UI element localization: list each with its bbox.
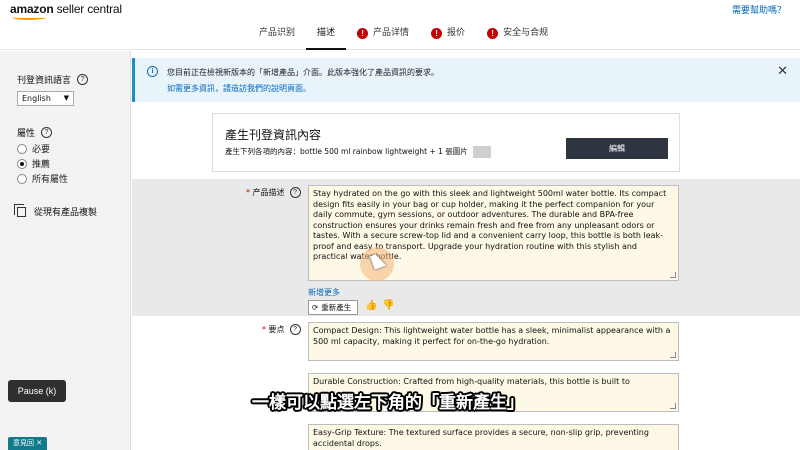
language-value: English (22, 94, 51, 103)
thumbs-up-icon[interactable]: 👍 (365, 300, 377, 311)
close-icon[interactable]: ✕ (36, 439, 42, 447)
tab-product-identity[interactable]: 产品识别 (248, 22, 306, 50)
tab-product-details[interactable]: ! 产品详情 (346, 22, 420, 50)
language-select[interactable]: English ▼ (17, 91, 74, 106)
amazon-seller-central-logo[interactable]: amazon seller central (10, 2, 122, 16)
logo-brand: amazon (10, 2, 54, 16)
description-section: * 产品描述 ? Stay hydrated on the go with th… (132, 179, 800, 316)
radio-label: 所有屬性 (32, 175, 69, 185)
help-question-icon[interactable]: ? (41, 127, 53, 138)
regenerate-button[interactable]: ⟳ 重新產生 (308, 300, 358, 315)
help-link[interactable]: 需要幫助嗎？ (732, 3, 786, 16)
generate-card-subtitle-text: 產生下列各項的內容：bottle 500 ml rainbow lightwei… (225, 147, 468, 156)
attributes-label: 屬性 (17, 129, 36, 139)
refresh-icon: ⟳ (312, 303, 319, 312)
image-thumbnail (473, 146, 492, 158)
attributes-label-row: 屬性 ? (17, 126, 53, 139)
alert-icon: ! (431, 28, 443, 39)
tab-label: 安全与合规 (503, 28, 549, 38)
copy-from-existing-button[interactable]: 從現有產品複製 (14, 203, 98, 218)
required-star: * (246, 188, 250, 197)
banner-help-link[interactable]: 如需更多資訊，請造訪我們的說明頁面。 (167, 83, 311, 94)
feedback-tab[interactable]: 意見回 ✕ (8, 437, 48, 450)
tab-description[interactable]: 描述 (306, 22, 347, 50)
generate-card-title: 產生刊登資訊內容 (225, 128, 322, 142)
tab-label: 报价 (447, 28, 466, 38)
resize-handle-icon[interactable] (670, 352, 676, 358)
radio-all-attributes[interactable]: 所有屬性 (17, 172, 68, 185)
bullet-text: Durable Construction: Crafted from high-… (313, 377, 630, 386)
close-icon[interactable]: ✕ (777, 64, 788, 79)
feedback-label: 意見回 (13, 439, 34, 447)
bullets-label-row: * 要点 ? (262, 324, 301, 335)
help-question-icon[interactable]: ? (77, 74, 89, 85)
video-subtitle: 一樣可以點選左下角的「重新產生」 (252, 393, 524, 413)
bullet-text: Compact Design: This lightweight water b… (313, 326, 671, 346)
add-more-link[interactable]: 新增更多 (308, 287, 340, 298)
radio-required[interactable]: 必要 (17, 142, 50, 155)
tab-offer[interactable]: ! 报价 (420, 22, 476, 50)
required-star: * (262, 325, 266, 334)
description-label-row: * 产品描述 ? (246, 187, 301, 198)
bullet-text: Easy-Grip Texture: The textured surface … (313, 428, 649, 448)
resize-handle-icon[interactable] (670, 403, 676, 409)
description-label: 产品描述 (252, 188, 285, 197)
regenerate-label: 重新產生 (321, 303, 352, 312)
radio-recommended[interactable]: 推薦 (17, 157, 50, 170)
generate-content-card: 產生刊登資訊內容 產生下列各項的內容：bottle 500 ml rainbow… (212, 113, 680, 172)
info-icon: i (147, 66, 158, 77)
edit-button[interactable]: 編輯 (566, 138, 668, 159)
tab-label: 产品识别 (259, 28, 296, 38)
bullet-textarea-3[interactable]: Easy-Grip Texture: The textured surface … (308, 424, 679, 450)
radio-label: 必要 (32, 145, 51, 155)
radio-circle-icon (17, 173, 27, 184)
tab-label: 描述 (317, 28, 336, 38)
info-banner: i 您目前正在檢視新版本的「新增產品」介面。此版本強化了產品資訊的要求。 如需更… (132, 58, 800, 102)
language-label-row: 刊登資訊語言 ? (17, 73, 89, 86)
logo-product: seller central (56, 2, 122, 16)
alert-icon: ! (357, 28, 369, 39)
step-tabs: 产品识别 描述 ! 产品详情 ! 报价 ! 安全与合规 (248, 22, 559, 50)
help-question-icon[interactable]: ? (289, 187, 301, 198)
generate-card-subtitle: 產生下列各項的內容：bottle 500 ml rainbow lightwei… (225, 146, 492, 158)
banner-text: 您目前正在檢視新版本的「新增產品」介面。此版本強化了產品資訊的要求。 (167, 68, 439, 77)
alert-icon: ! (487, 28, 499, 39)
language-label: 刊登資訊語言 (17, 76, 72, 86)
copy-icon (14, 203, 26, 217)
radio-label: 推薦 (32, 160, 51, 170)
bullets-label: 要点 (268, 325, 285, 334)
thumbs-down-icon[interactable]: 👎 (382, 300, 394, 311)
help-question-icon[interactable]: ? (289, 324, 301, 335)
tab-label: 产品详情 (373, 28, 410, 38)
bullet-textarea-1[interactable]: Compact Design: This lightweight water b… (308, 322, 679, 361)
tab-safety-compliance[interactable]: ! 安全与合规 (476, 22, 559, 50)
radio-circle-icon (17, 143, 27, 154)
radio-checked-icon (17, 158, 27, 169)
copy-label: 從現有產品複製 (34, 208, 98, 218)
amazon-smile-icon (12, 15, 46, 20)
chevron-down-icon: ▼ (63, 94, 69, 102)
top-bar: amazon seller central 需要幫助嗎？ 产品识别 描述 ! 产… (0, 0, 800, 50)
pause-button[interactable]: Pause (k) (8, 380, 66, 402)
resize-handle-icon[interactable] (670, 272, 676, 278)
